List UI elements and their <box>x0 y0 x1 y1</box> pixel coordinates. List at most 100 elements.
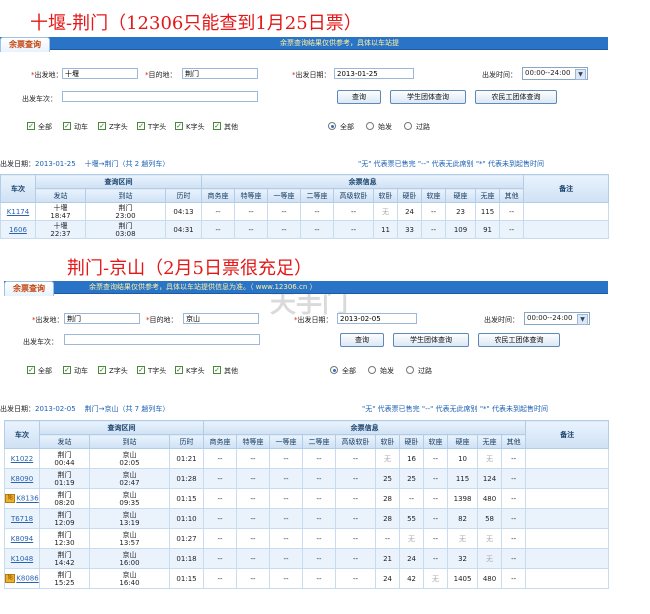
checkbox-d[interactable]: ✓ <box>63 366 71 374</box>
to-input[interactable] <box>183 313 259 324</box>
radio-pass[interactable] <box>406 366 414 374</box>
student-query-button[interactable]: 学生团体查询 <box>390 90 466 104</box>
checkbox-all[interactable]: ✓ <box>27 366 35 374</box>
checkbox-k-label: K字头 <box>186 123 205 131</box>
checkbox-other[interactable]: ✓ <box>213 122 221 130</box>
tab-ticket-query[interactable]: 余票查询 <box>0 37 50 52</box>
radio-origin[interactable] <box>366 122 374 130</box>
date-input[interactable] <box>334 68 414 79</box>
arrive-cell: 京山 13:57 <box>89 528 170 549</box>
chevron-down-icon: ▼ <box>577 314 588 325</box>
from-input[interactable] <box>62 68 138 79</box>
arrive-cell: 京山 16:40 <box>89 568 170 589</box>
checkbox-all[interactable]: ✓ <box>27 122 35 130</box>
radio-all[interactable] <box>330 366 338 374</box>
train-input[interactable] <box>62 91 258 102</box>
checkbox-k[interactable]: ✓ <box>175 366 183 374</box>
seat-cell: -- <box>335 528 377 549</box>
train-number-link[interactable]: K1022 <box>11 455 33 463</box>
seat-cell: -- <box>236 568 271 589</box>
checkbox-k[interactable]: ✓ <box>175 122 183 130</box>
col-seat: 硬座 <box>447 434 479 449</box>
banner-title-2: 荆门-京山（2月5日票很充足） <box>67 258 312 279</box>
depart-cell: 十堰 18:47 <box>35 202 86 221</box>
train-number-link[interactable]: K1174 <box>7 208 29 216</box>
train-number-link[interactable]: K1048 <box>11 555 33 563</box>
seat-cell: 115 <box>475 202 501 221</box>
date-input[interactable] <box>337 313 417 324</box>
checkbox-other[interactable]: ✓ <box>213 366 221 374</box>
seat-cell: 无 <box>477 528 503 549</box>
train-number-link[interactable]: T6718 <box>11 515 33 523</box>
seat-cell: -- <box>269 528 304 549</box>
checkbox-k-label: K字头 <box>186 367 205 375</box>
student-query-button[interactable]: 学生团体查询 <box>393 333 469 347</box>
seat-cell: 11 <box>373 220 399 239</box>
checkbox-z[interactable]: ✓ <box>98 366 106 374</box>
seat-cell: 1398 <box>447 488 479 509</box>
seat-cell: -- <box>203 548 238 569</box>
seat-cell: 无 <box>423 568 449 589</box>
seat-cell: -- <box>423 548 449 569</box>
checkbox-z[interactable]: ✓ <box>98 122 106 130</box>
from-input[interactable] <box>64 313 140 324</box>
seat-cell: -- <box>421 202 447 221</box>
query-button[interactable]: 查询 <box>340 333 384 347</box>
radio-origin[interactable] <box>368 366 376 374</box>
seat-cell: -- <box>501 448 527 469</box>
duration-cell: 01:15 <box>168 488 205 509</box>
seat-cell: -- <box>335 448 377 469</box>
to-input[interactable] <box>182 68 258 79</box>
train-number-link[interactable]: K8094 <box>11 535 33 543</box>
train-input[interactable] <box>64 334 260 345</box>
col-seat: 商务座 <box>203 434 238 449</box>
seat-cell: 109 <box>445 220 477 239</box>
checkbox-t[interactable]: ✓ <box>137 122 145 130</box>
radio-all[interactable] <box>328 122 336 130</box>
train-number-link[interactable]: 1606 <box>9 226 27 234</box>
seat-cell: -- <box>421 220 447 239</box>
worker-query-button[interactable]: 农民工团体查询 <box>475 90 557 104</box>
time-select[interactable]: 00:00--24:00 ▼ <box>524 312 590 325</box>
tab-ticket-query-2[interactable]: 余票查询 <box>4 281 54 296</box>
to-label: *目的地： <box>146 316 178 324</box>
train-number-link[interactable]: K8086 <box>16 575 38 583</box>
radio-pass[interactable] <box>404 122 412 130</box>
query-button[interactable]: 查询 <box>337 90 381 104</box>
col-seat: 特等座 <box>236 434 271 449</box>
checkbox-t[interactable]: ✓ <box>137 366 145 374</box>
arrive-cell: 京山 16:00 <box>89 548 170 569</box>
worker-query-button[interactable]: 农民工团体查询 <box>478 333 560 347</box>
train-number-link[interactable]: K8090 <box>11 475 33 483</box>
seat-cell: -- <box>203 508 238 529</box>
depart-cell: 荆门 00:44 <box>39 448 90 469</box>
table-row: 始 K8086 荆门 15:25 京山 16:40 01:15 -- -- -- -- -- 24 42 无… <box>4 568 610 589</box>
col-seat: 无座 <box>477 434 503 449</box>
col-seats: 余票信息 <box>203 420 527 435</box>
duration-cell: 01:21 <box>168 448 205 469</box>
seat-cell: -- <box>236 528 271 549</box>
checkbox-z-label: Z字头 <box>109 367 128 375</box>
checkbox-d[interactable]: ✓ <box>63 122 71 130</box>
seat-cell: -- <box>236 488 271 509</box>
seat-cell: 55 <box>399 508 425 529</box>
train-label: 出发车次： <box>22 95 57 103</box>
col-section: 查询区间 <box>38 420 205 435</box>
time-select[interactable]: 00:00--24:00 ▼ <box>522 67 588 80</box>
remark-cell <box>525 528 610 549</box>
seat-cell: -- <box>302 448 337 469</box>
seat-cell: -- <box>423 468 449 489</box>
notice-text: 余票查询结果仅供参考，具体以车站提供信息为准。（ www.12306.cn ） <box>89 283 317 291</box>
table-row: T6718 荆门 12:09 京山 13:19 01:10 -- -- -- -- -- 28 55 --… <box>4 508 610 529</box>
train-label: 出发车次： <box>23 338 58 346</box>
table-row: K8094 荆门 12:30 京山 13:57 01:27 -- -- -- -- -- -- 无 -- 无… <box>4 528 610 549</box>
col-seat: 商务座 <box>201 188 236 203</box>
col-arrive: 到站 <box>85 188 166 203</box>
seat-cell: 91 <box>475 220 501 239</box>
col-seats: 余票信息 <box>201 174 525 189</box>
seat-cell: -- <box>501 528 527 549</box>
duration-cell: 01:15 <box>168 568 205 589</box>
radio-all-label: 全部 <box>340 123 354 131</box>
seat-cell: 24 <box>399 548 425 569</box>
train-number-link[interactable]: K8136 <box>16 495 38 503</box>
